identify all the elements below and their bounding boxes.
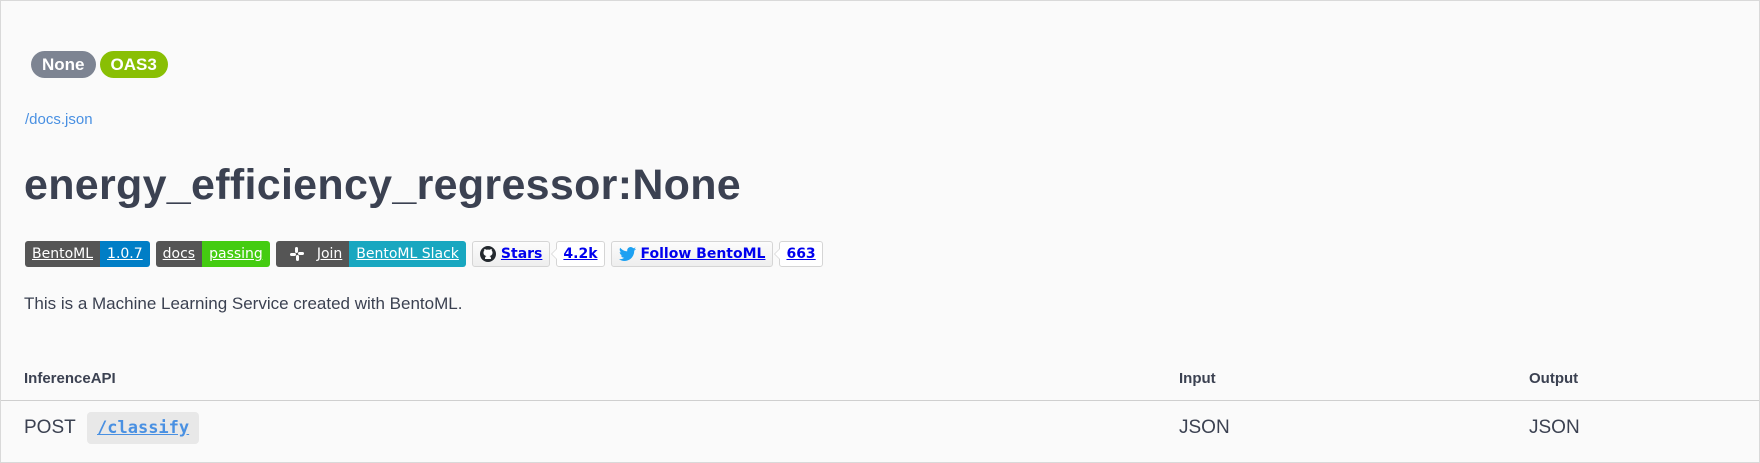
service-description: This is a Machine Learning Service creat… bbox=[24, 294, 463, 313]
endpoint-link-classify[interactable]: /classify bbox=[87, 412, 200, 444]
header-output: Output bbox=[1529, 356, 1759, 401]
github-stars-button[interactable]: Stars bbox=[471, 241, 551, 267]
join-label: Join bbox=[316, 246, 343, 262]
output-cell: JSON bbox=[1529, 417, 1580, 438]
twitter-follow-button[interactable]: Follow BentoML bbox=[610, 241, 774, 267]
page-title: energy_efficiency_regressor:None bbox=[24, 161, 742, 209]
stars-count[interactable]: 4.2k bbox=[551, 241, 605, 267]
stars-label: Stars bbox=[500, 246, 543, 262]
slack-badge[interactable]: Join BentoML Slack bbox=[275, 241, 466, 267]
header-input: Input bbox=[1179, 356, 1529, 401]
bentoml-version-badge[interactable]: BentoML 1.0.7 bbox=[25, 241, 150, 267]
docs-status: passing bbox=[202, 241, 270, 267]
page-frame: None OAS3 /docs.json energy_efficiency_r… bbox=[0, 0, 1760, 463]
github-stars-widget: Stars 4.2k bbox=[471, 241, 605, 267]
twitter-bird-icon bbox=[618, 247, 636, 261]
api-table: InferenceAPI Input Output POST /classify… bbox=[1, 356, 1759, 455]
api-cell: POST /classify bbox=[1, 401, 1179, 456]
twitter-follow-widget: Follow BentoML 663 bbox=[610, 241, 823, 267]
input-cell: JSON bbox=[1179, 417, 1230, 438]
oas-badge: OAS3 bbox=[99, 51, 168, 78]
bentoml-label: BentoML bbox=[25, 241, 101, 267]
follow-label: Follow BentoML bbox=[640, 246, 766, 262]
github-icon bbox=[479, 246, 496, 262]
docs-json-link[interactable]: /docs.json bbox=[25, 111, 93, 128]
table-header-row: InferenceAPI Input Output bbox=[1, 356, 1759, 401]
slack-icon bbox=[283, 247, 311, 261]
header-inferenceapi: InferenceAPI bbox=[1, 356, 1179, 401]
badge-row: BentoML 1.0.7 docs passing Join BentoML … bbox=[25, 241, 823, 267]
table-row: POST /classify JSON JSON bbox=[1, 401, 1759, 456]
bentoml-version: 1.0.7 bbox=[100, 241, 150, 267]
docs-label: docs bbox=[155, 241, 203, 267]
slack-label: BentoML Slack bbox=[349, 241, 466, 267]
docs-status-badge[interactable]: docs passing bbox=[155, 241, 270, 267]
follow-count[interactable]: 663 bbox=[774, 241, 823, 267]
version-badges: None OAS3 bbox=[31, 51, 168, 78]
http-method: POST bbox=[24, 417, 76, 439]
slack-badge-left: Join bbox=[275, 241, 350, 267]
version-badge: None bbox=[31, 51, 96, 78]
